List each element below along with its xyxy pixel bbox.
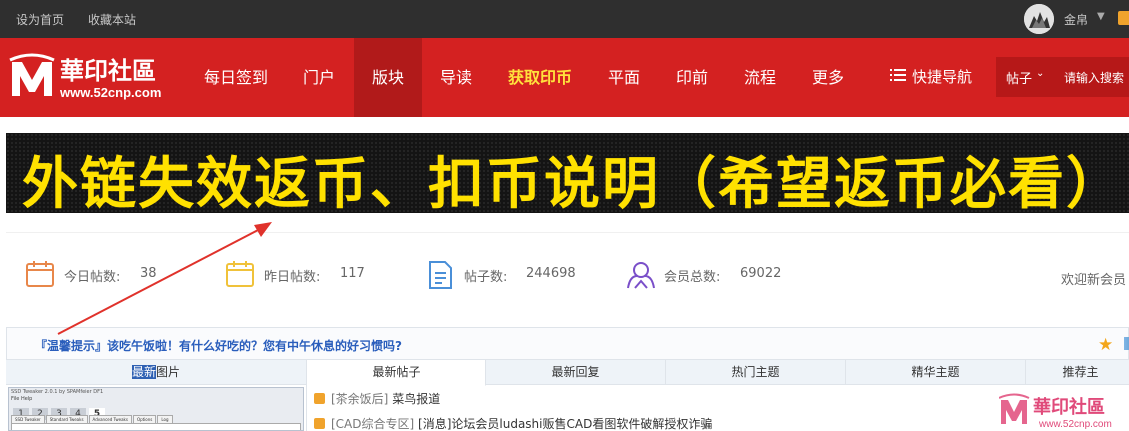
logo-name: 華印社區 — [60, 56, 156, 85]
search-box: 帖子 ⌄ — [996, 57, 1129, 97]
announcement-banner[interactable]: 外链失效返币、扣币说明（希望返币必看） — [6, 133, 1129, 213]
calendar-icon — [226, 261, 254, 287]
slideshow-pager: 12345 — [13, 401, 108, 420]
nav-item-checkin[interactable]: 每日签到 — [192, 38, 280, 117]
stat-today-value: 38 — [140, 266, 157, 281]
main-nav: 華印社區 www.52cnp.com 每日签到 门户 版块 导读 获取印币 平面… — [0, 38, 1129, 117]
panel-icon[interactable] — [1124, 337, 1129, 350]
post-title[interactable]: [消息]论坛会员ludashi贩售CAD看图软件破解授权诈骗 — [418, 417, 712, 431]
post-category[interactable]: [茶余饭后] — [331, 392, 388, 406]
latest-images-title-selected: 最新 — [131, 365, 156, 379]
tab-latest-replies[interactable]: 最新回复 — [486, 360, 666, 385]
stat-today-label: 今日帖数: — [64, 270, 121, 285]
list-item[interactable]: [CAD综合专区] [消息]论坛会员ludashi贩售CAD看图软件破解授权诈骗 — [314, 415, 712, 431]
username[interactable]: 金帛 — [1064, 11, 1088, 28]
stat-members-label: 会员总数: — [664, 270, 721, 285]
quick-nav-label: 快捷导航 — [912, 68, 973, 86]
quick-nav-button[interactable]: 快捷导航 — [890, 38, 972, 117]
post-tabs: 最新帖子 最新回复 热门主题 精华主题 推荐主 — [308, 360, 1129, 386]
nav-item-forum[interactable]: 版块 — [354, 38, 422, 117]
chevron-down-icon[interactable]: ⌄ — [1036, 68, 1044, 79]
watermark-url: www.52cnp.com — [1038, 419, 1112, 430]
post-icon — [314, 418, 325, 429]
chevron-down-icon[interactable]: ▼ — [1097, 11, 1105, 22]
thumb-window-body — [11, 423, 301, 430]
post-category[interactable]: [CAD综合专区] — [331, 417, 414, 431]
forum-stats: 今日帖数: 38 昨日帖数: 117 帖子数: 244698 会员总数: 690 — [6, 232, 1129, 314]
avatar[interactable] — [1024, 4, 1054, 34]
list-item[interactable]: [茶余饭后] 菜鸟报道 — [314, 390, 440, 410]
bookmark-link[interactable]: 收藏本站 — [88, 11, 136, 28]
tab-hot-topics[interactable]: 热门主题 — [666, 360, 846, 385]
thumb-window-title: SSD Tweaker 2.0.1 by SPAMfeier DF1 — [11, 389, 104, 395]
tab-latest-posts[interactable]: 最新帖子 — [308, 360, 486, 386]
tab-recommended[interactable]: 推荐主 — [1026, 360, 1129, 385]
notice-bar: 『温馨提示』该吃午饭啦！有什么好吃的？您有中午休息的好习惯吗? ★ — [6, 327, 1129, 360]
site-logo[interactable]: 華印社區 www.52cnp.com — [8, 52, 173, 104]
document-icon — [429, 261, 452, 289]
tab-featured-topics[interactable]: 精华主题 — [846, 360, 1026, 385]
logo-url: www.52cnp.com — [59, 85, 161, 100]
nav-item-graphic[interactable]: 平面 — [596, 38, 652, 117]
star-icon[interactable]: ★ — [1098, 335, 1113, 355]
notice-text[interactable]: 『温馨提示』该吃午饭啦！有什么好吃的？您有中午休息的好习惯吗? — [35, 337, 402, 354]
members-icon — [627, 262, 655, 289]
site-watermark: 華印社區 www.52cnp.com — [998, 392, 1129, 431]
image-thumbnail[interactable]: SSD Tweaker 2.0.1 by SPAMfeier DF1 File … — [8, 387, 304, 431]
nav-item-prepress[interactable]: 印前 — [664, 38, 720, 117]
message-icon[interactable] — [1118, 11, 1129, 25]
stat-posts-label: 帖子数: — [464, 270, 508, 285]
post-icon — [314, 393, 325, 404]
watermark-name: 華印社區 — [1033, 396, 1105, 418]
nav-item-more[interactable]: 更多 — [800, 38, 856, 117]
stat-posts-value: 244698 — [526, 266, 576, 281]
latest-images-panel: 最新图片 SSD Tweaker 2.0.1 by SPAMfeier DF1 … — [6, 360, 307, 431]
top-bar: 设为首页 收藏本站 金帛 ▼ — [0, 0, 1129, 38]
set-home-link[interactable]: 设为首页 — [16, 11, 64, 28]
latest-images-title-rest: 图片 — [156, 365, 181, 379]
latest-images-title: 最新图片 — [6, 360, 306, 385]
calendar-icon — [26, 261, 54, 287]
stat-yesterday-value: 117 — [340, 266, 365, 281]
nav-item-guide[interactable]: 导读 — [426, 38, 486, 117]
banner-text: 外链失效返币、扣币说明（希望返币必看） — [22, 152, 1124, 213]
search-type-select[interactable]: 帖子 — [1006, 68, 1032, 87]
nav-item-workflow[interactable]: 流程 — [732, 38, 788, 117]
nav-item-portal[interactable]: 门户 — [288, 38, 350, 117]
stat-members-value: 69022 — [740, 266, 782, 281]
post-title[interactable]: 菜鸟报道 — [392, 392, 440, 406]
welcome-new-member: 欢迎新会员 — [1061, 273, 1127, 288]
stat-yesterday-label: 昨日帖数: — [264, 270, 321, 285]
search-input[interactable] — [1064, 69, 1129, 87]
menu-icon — [890, 38, 906, 117]
nav-item-get-coins[interactable]: 获取印币 — [496, 38, 584, 117]
